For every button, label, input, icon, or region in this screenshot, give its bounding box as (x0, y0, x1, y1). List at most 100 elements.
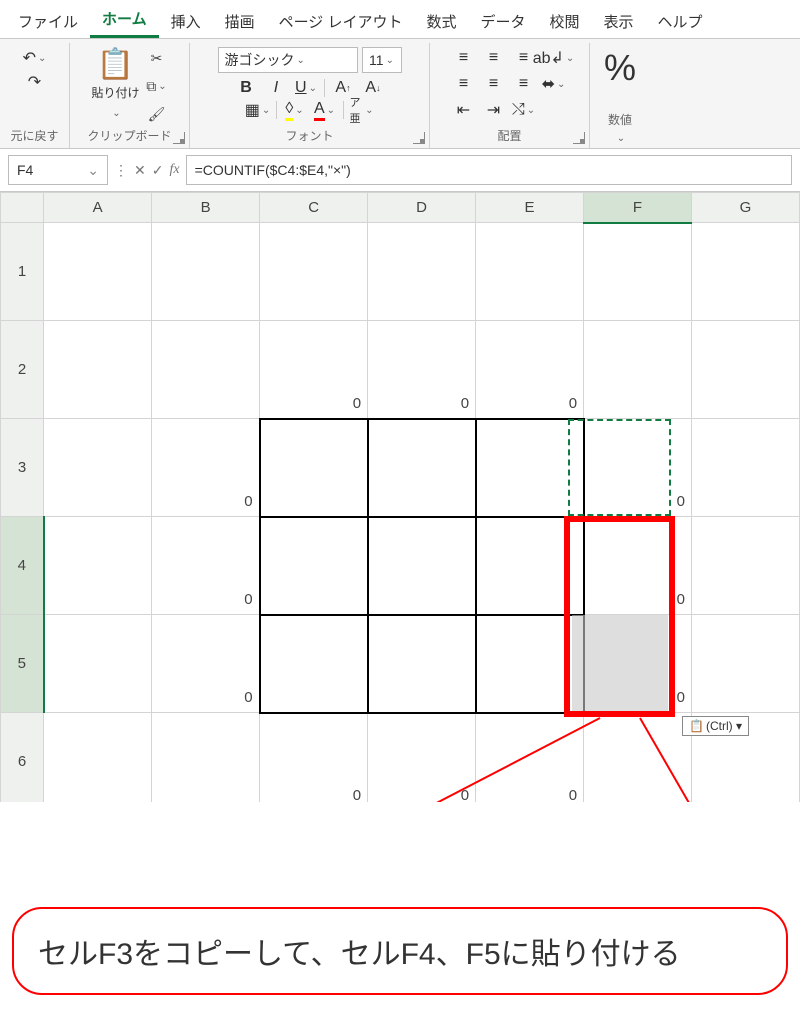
tab-insert[interactable]: 挿入 (159, 5, 213, 38)
row-header-5[interactable]: 5 (1, 615, 44, 713)
cell-f4[interactable]: 0 (584, 517, 692, 615)
row-header-3[interactable]: 3 (1, 419, 44, 517)
cell-d2[interactable]: 0 (368, 321, 476, 419)
cell-a3[interactable] (44, 419, 152, 517)
cell-d5[interactable] (368, 615, 476, 713)
cell-a1[interactable] (44, 223, 152, 321)
select-all-corner[interactable] (1, 193, 44, 223)
format-painter-button[interactable]: 🖌 (146, 103, 168, 125)
cancel-formula-button[interactable]: ✕ (134, 162, 146, 179)
cell-a2[interactable] (44, 321, 152, 419)
align-right-button[interactable]: ≡ (512, 73, 536, 95)
clipboard-launcher-icon[interactable] (173, 132, 185, 144)
cell-d1[interactable] (368, 223, 476, 321)
cell-g4[interactable] (692, 517, 800, 615)
align-left-button[interactable]: ≡ (452, 73, 476, 95)
redo-button[interactable]: ↷ (23, 71, 47, 93)
cell-e3[interactable] (476, 419, 584, 517)
paste-dropdown[interactable] (110, 103, 120, 119)
cell-a5[interactable] (44, 615, 152, 713)
cell-b5[interactable]: 0 (152, 615, 260, 713)
cell-c5[interactable] (260, 615, 368, 713)
cell-f2[interactable] (584, 321, 692, 419)
cell-c6[interactable]: 0 (260, 713, 368, 803)
cut-button[interactable]: ✂ (146, 47, 168, 69)
row-header-6[interactable]: 6 (1, 713, 44, 803)
cell-f6[interactable] (584, 713, 692, 803)
cell-b4[interactable]: 0 (152, 517, 260, 615)
tab-draw[interactable]: 描画 (213, 5, 267, 38)
italic-button[interactable]: I (264, 77, 288, 99)
alignment-launcher-icon[interactable] (573, 132, 585, 144)
row-header-1[interactable]: 1 (1, 223, 44, 321)
font-color-button[interactable]: A (313, 99, 337, 121)
cell-g5[interactable] (692, 615, 800, 713)
bold-button[interactable]: B (234, 77, 258, 99)
paste-button[interactable]: 📋 (97, 47, 134, 82)
underline-button[interactable]: U (294, 77, 318, 99)
tab-file[interactable]: ファイル (6, 5, 90, 38)
align-middle-button[interactable]: ≡ (482, 47, 506, 69)
tab-home[interactable]: ホーム (90, 2, 159, 38)
font-size-select[interactable]: 11 (362, 47, 402, 73)
col-header-f[interactable]: F (584, 193, 692, 223)
cell-d3[interactable] (368, 419, 476, 517)
cell-e2[interactable]: 0 (476, 321, 584, 419)
fx-icon[interactable]: fx (169, 162, 179, 178)
formula-input[interactable]: =COUNTIF($C4:$E4,"×") (186, 155, 792, 185)
tab-review[interactable]: 校閲 (538, 5, 592, 38)
fill-color-button[interactable]: ◊ (283, 99, 307, 121)
col-header-g[interactable]: G (692, 193, 800, 223)
row-header-2[interactable]: 2 (1, 321, 44, 419)
worksheet[interactable]: A B C D E F G 1 2 0 0 0 3 0 0 (0, 192, 800, 802)
cell-a6[interactable] (44, 713, 152, 803)
borders-button[interactable]: ▦ (246, 99, 270, 121)
font-name-select[interactable]: 游ゴシック (218, 47, 358, 73)
col-header-e[interactable]: E (476, 193, 584, 223)
indent-decrease-button[interactable]: ⇤ (452, 99, 476, 121)
tab-formula[interactable]: 数式 (414, 5, 468, 38)
percent-button[interactable]: % (604, 47, 636, 89)
cell-c4[interactable] (260, 517, 368, 615)
cell-e6[interactable]: 0 (476, 713, 584, 803)
col-header-c[interactable]: C (260, 193, 368, 223)
cell-b2[interactable] (152, 321, 260, 419)
cell-a4[interactable] (44, 517, 152, 615)
orientation-button[interactable]: ⤭ (512, 99, 536, 121)
copy-button[interactable]: ⧉ (146, 75, 168, 97)
wrap-text-button[interactable]: ab↲ (542, 47, 566, 69)
font-launcher-icon[interactable] (413, 132, 425, 144)
shrink-font-button[interactable]: A↓ (361, 77, 385, 99)
row-header-4[interactable]: 4 (1, 517, 44, 615)
cell-c1[interactable] (260, 223, 368, 321)
number-dropdown[interactable] (615, 128, 625, 144)
cell-f1[interactable] (584, 223, 692, 321)
paste-options-button[interactable]: 📋(Ctrl) ▾ (682, 716, 749, 736)
undo-button[interactable]: ↶ (23, 47, 47, 69)
merge-button[interactable]: ⬌ (542, 73, 566, 95)
name-box[interactable]: F4⌄ (8, 155, 108, 185)
tab-help[interactable]: ヘルプ (646, 5, 715, 38)
cell-c3[interactable] (260, 419, 368, 517)
col-header-a[interactable]: A (44, 193, 152, 223)
cell-e4[interactable] (476, 517, 584, 615)
align-center-button[interactable]: ≡ (482, 73, 506, 95)
cell-e1[interactable] (476, 223, 584, 321)
cell-d4[interactable] (368, 517, 476, 615)
cell-g3[interactable] (692, 419, 800, 517)
cell-e5[interactable] (476, 615, 584, 713)
col-header-b[interactable]: B (152, 193, 260, 223)
cell-g2[interactable] (692, 321, 800, 419)
tab-page-layout[interactable]: ページ レイアウト (267, 5, 415, 38)
cell-g1[interactable] (692, 223, 800, 321)
cell-f3[interactable]: 0 (584, 419, 692, 517)
indent-increase-button[interactable]: ⇥ (482, 99, 506, 121)
cell-b3[interactable]: 0 (152, 419, 260, 517)
align-top-button[interactable]: ≡ (452, 47, 476, 69)
cell-c2[interactable]: 0 (260, 321, 368, 419)
phonetic-button[interactable]: ア亜 (350, 99, 374, 121)
tab-data[interactable]: データ (469, 5, 538, 38)
cell-b6[interactable] (152, 713, 260, 803)
tab-view[interactable]: 表示 (592, 5, 646, 38)
col-header-d[interactable]: D (368, 193, 476, 223)
